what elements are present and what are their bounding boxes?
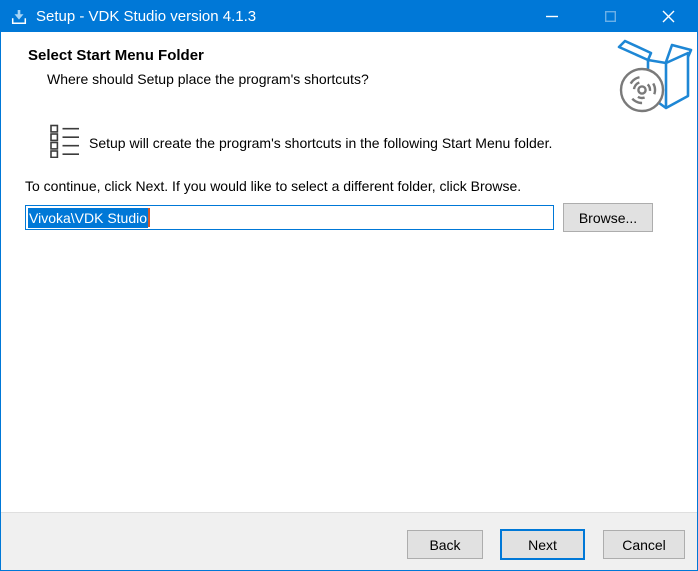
caption-buttons: [523, 1, 697, 32]
footer-bar: [1, 512, 697, 570]
close-button[interactable]: [639, 1, 697, 32]
setup-wizard-window: Setup - VDK Studio version 4.1.3 Select …: [0, 0, 698, 571]
instruction-text: To continue, click Next. If you would li…: [25, 178, 521, 194]
back-button[interactable]: Back: [407, 530, 483, 559]
page-subtitle: Where should Setup place the program's s…: [47, 71, 369, 87]
software-box-cd-icon: [615, 39, 695, 118]
browse-button[interactable]: Browse...: [563, 203, 653, 232]
folder-input-selected-value: Vivoka\VDK Studio: [28, 208, 148, 228]
minimize-button[interactable]: [523, 1, 581, 32]
window-title: Setup - VDK Studio version 4.1.3: [36, 8, 523, 25]
page-title: Select Start Menu Folder: [28, 47, 204, 64]
next-button[interactable]: Next: [500, 529, 585, 560]
maximize-button[interactable]: [581, 1, 639, 32]
close-icon: [662, 10, 675, 23]
titlebar: Setup - VDK Studio version 4.1.3: [1, 1, 697, 32]
info-text: Setup will create the program's shortcut…: [89, 134, 664, 153]
maximize-icon: [605, 11, 616, 22]
installer-app-icon: [11, 9, 27, 25]
cancel-button[interactable]: Cancel: [603, 530, 685, 559]
shortcuts-list-icon: [50, 124, 80, 163]
text-caret: [148, 208, 150, 227]
minimize-icon: [546, 15, 558, 18]
folder-input[interactable]: Vivoka\VDK Studio: [25, 205, 554, 230]
